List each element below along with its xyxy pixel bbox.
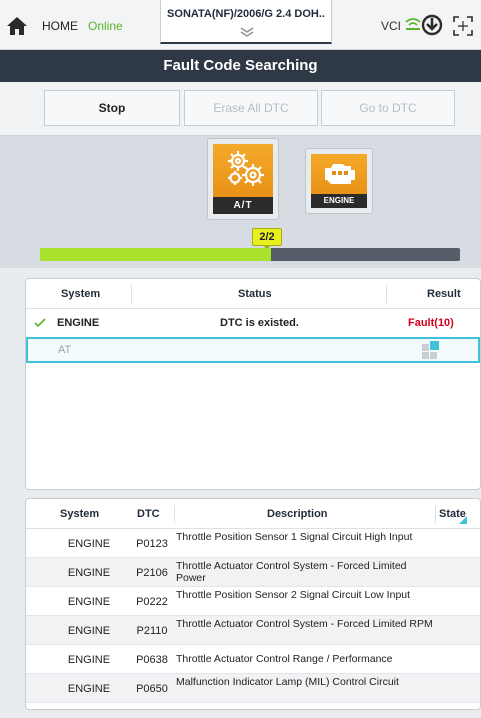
header-status: Status	[238, 288, 272, 300]
header-description: Description	[267, 508, 328, 520]
cell-dtc: P0222	[136, 596, 168, 608]
table-row[interactable]: ENGINE P2110 Throttle Actuator Control S…	[26, 616, 480, 645]
cell-description: Throttle Actuator Control Range / Perfor…	[176, 653, 393, 665]
cell-dtc: P0638	[136, 654, 168, 666]
sort-indicator-icon	[459, 516, 467, 524]
download-icon[interactable]	[420, 13, 444, 37]
vehicle-name: SONATA(NF)/2006/G 2.4 DOH..	[167, 8, 325, 20]
checkmark-icon	[34, 318, 46, 328]
cell-dtc: P2110	[136, 625, 168, 637]
cell-description: Throttle Actuator Control System - Force…	[176, 618, 433, 630]
cell-system: ENGINE	[67, 567, 111, 579]
page-title: Fault Code Searching	[0, 50, 481, 82]
status-row-status: DTC is existed.	[220, 317, 299, 329]
progress-bar-fill	[40, 248, 271, 261]
cell-system: ENGINE	[67, 683, 111, 695]
table-row[interactable]: ENGINE P0222 Throttle Position Sensor 2 …	[26, 587, 480, 616]
cell-system: ENGINE	[67, 596, 111, 608]
table-row[interactable]: ENGINE P2106 Throttle Actuator Control S…	[26, 558, 480, 587]
engine-icon	[325, 164, 355, 184]
progress-count-badge: 2/2	[252, 228, 282, 246]
go-to-dtc-button[interactable]: Go to DTC	[321, 90, 455, 126]
online-status: Online	[88, 19, 123, 33]
scan-progress-area: A/T ENGINE 2/2	[0, 136, 481, 268]
status-table-header: System Status Result	[26, 279, 480, 309]
home-label[interactable]: HOME	[42, 19, 78, 33]
left-margin	[0, 268, 25, 718]
stop-button[interactable]: Stop	[44, 90, 180, 126]
cell-dtc: P0650	[136, 683, 168, 695]
cell-description: Throttle Actuator Control System - Force…	[176, 560, 407, 584]
loading-icon	[422, 341, 439, 359]
module-at-card[interactable]: A/T	[207, 138, 279, 220]
cell-system: ENGINE	[67, 538, 111, 550]
status-row-system: ENGINE	[57, 317, 100, 329]
cell-dtc: P0123	[136, 538, 168, 550]
cell-system: ENGINE	[67, 625, 111, 637]
module-engine-card[interactable]: ENGINE	[305, 148, 373, 214]
cell-system: ENGINE	[67, 654, 111, 666]
cell-description: Throttle Position Sensor 2 Signal Circui…	[176, 589, 411, 601]
table-row[interactable]: ENGINE P0650 Malfunction Indicator Lamp …	[26, 674, 480, 703]
table-row[interactable]: ENGINE P0123 Throttle Position Sensor 1 …	[26, 529, 480, 558]
cell-description: Throttle Position Sensor 1 Signal Circui…	[176, 531, 413, 543]
module-engine-label: ENGINE	[311, 194, 367, 208]
erase-all-dtc-button[interactable]: Erase All DTC	[184, 90, 318, 126]
cell-description: Malfunction Indicator Lamp (MIL) Control…	[176, 676, 399, 688]
gears-icon	[228, 151, 264, 186]
screen-capture-icon[interactable]	[452, 15, 474, 37]
vci-label: VCI	[381, 19, 402, 33]
header-system: System	[60, 508, 100, 520]
system-status-panel: System Status Result ENGINE DTC is exist…	[25, 278, 481, 490]
cell-dtc: P2106	[136, 567, 168, 579]
action-bar: Stop Erase All DTC Go to DTC	[0, 82, 481, 136]
vehicle-selector[interactable]: SONATA(NF)/2006/G 2.4 DOH..	[160, 0, 332, 44]
header-system: System	[61, 288, 101, 300]
dtc-table-header: System DTC Description State	[26, 499, 480, 529]
top-bar: HOME Online SONATA(NF)/2006/G 2.4 DOH.. …	[0, 0, 481, 50]
header-result: Result	[427, 288, 461, 300]
status-row-system: AT	[58, 344, 72, 356]
module-at-label: A/T	[213, 197, 273, 214]
status-row-at[interactable]: AT	[26, 337, 480, 363]
chevron-down-icon	[240, 27, 254, 37]
header-dtc: DTC	[137, 508, 160, 520]
dtc-table-panel: System DTC Description State ENGINE P012…	[25, 498, 481, 710]
table-row[interactable]: ENGINE P0638 Throttle Actuator Control R…	[26, 645, 480, 674]
home-icon[interactable]	[6, 16, 28, 36]
status-row-engine[interactable]: ENGINE DTC is existed. Fault(10)	[26, 310, 480, 336]
progress-bar	[40, 248, 460, 261]
status-row-result: Fault(10)	[408, 317, 454, 329]
